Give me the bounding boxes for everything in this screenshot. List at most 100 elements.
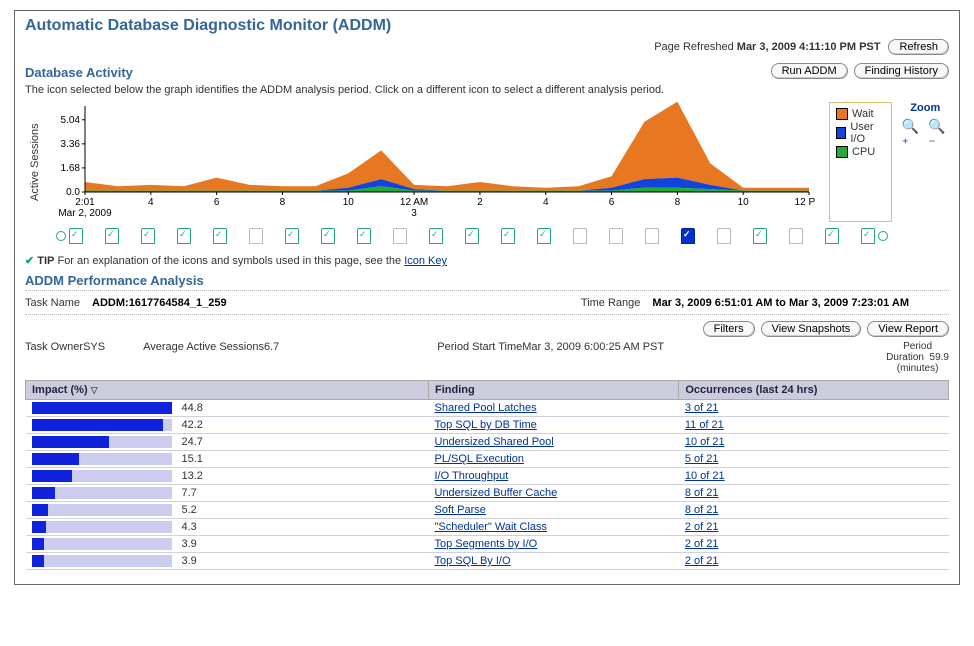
analysis-period-icon[interactable] [285,228,299,244]
analysis-period-icon[interactable] [501,228,515,244]
zoom-out-icon[interactable]: 🔍⁻ [928,118,949,152]
finding-link[interactable]: Undersized Shared Pool [435,436,554,448]
analysis-period-empty-icon[interactable] [249,228,263,244]
analysis-period-icon[interactable] [141,228,155,244]
svg-text:12 PM: 12 PM [795,197,815,208]
task-owner: SYS [83,341,105,353]
col-finding[interactable]: Finding [429,381,679,400]
impact-value: 7.7 [182,487,197,499]
impact-bar [32,487,172,499]
svg-text:Mar 2, 2009: Mar 2, 2009 [58,208,112,219]
analysis-period-icon[interactable] [357,228,371,244]
page-title: Automatic Database Diagnostic Monitor (A… [25,17,949,35]
svg-text:5.04: 5.04 [61,115,81,126]
icon-key-link[interactable]: Icon Key [404,255,447,267]
analysis-period-empty-icon[interactable] [393,228,407,244]
finding-link[interactable]: "Scheduler" Wait Class [435,521,548,533]
finding-link[interactable]: Top SQL By I/O [435,555,511,567]
occurrences-link[interactable]: 2 of 21 [685,521,719,533]
view-report-button[interactable]: View Report [867,321,949,337]
table-row: 24.7Undersized Shared Pool10 of 21 [26,434,949,451]
impact-value: 13.2 [182,470,203,482]
analysis-period-icon[interactable] [825,228,839,244]
page-refreshed-text: Page Refreshed Mar 3, 2009 4:11:10 PM PS… [654,41,880,53]
impact-value: 4.3 [182,521,197,533]
y-axis-label: Active Sessions [25,102,45,222]
run-addm-button[interactable]: Run ADDM [771,63,848,79]
time-range: Mar 3, 2009 6:51:01 AM to Mar 3, 2009 7:… [652,297,909,309]
table-row: 15.1PL/SQL Execution5 of 21 [26,451,949,468]
impact-value: 44.8 [182,402,203,414]
impact-value: 3.9 [182,538,197,550]
filters-button[interactable]: Filters [703,321,755,337]
finding-history-button[interactable]: Finding History [854,63,949,79]
svg-text:8: 8 [675,197,681,208]
activity-chart[interactable]: 0.01.683.365.042:01Mar 2, 20094681012 AM… [45,102,815,222]
analysis-period-icon[interactable] [105,228,119,244]
view-snapshots-button[interactable]: View Snapshots [761,321,862,337]
analysis-period-icon[interactable] [177,228,191,244]
period-start: Mar 3, 2009 6:00:25 AM PST [522,341,664,353]
tip-label: TIP [37,255,54,267]
col-occurrences[interactable]: Occurrences (last 24 hrs) [679,381,949,400]
analysis-period-icon[interactable] [321,228,335,244]
task-name: ADDM:1617764584_1_259 [92,297,227,309]
occurrences-link[interactable]: 8 of 21 [685,487,719,499]
finding-link[interactable]: Top SQL by DB Time [435,419,537,431]
analysis-period-icon[interactable] [429,228,443,244]
analysis-period-icon[interactable] [753,228,767,244]
analysis-period-icon[interactable] [465,228,479,244]
finding-link[interactable]: PL/SQL Execution [435,453,524,465]
impact-bar [32,555,172,567]
svg-text:2:01: 2:01 [75,197,95,208]
occurrences-link[interactable]: 8 of 21 [685,504,719,516]
impact-bar [32,436,172,448]
finding-link[interactable]: Top Segments by I/O [435,538,538,550]
analysis-period-empty-icon[interactable] [645,228,659,244]
avg-active-sessions: 6.7 [264,341,279,353]
analysis-period-last-icon[interactable] [861,228,875,244]
svg-text:4: 4 [148,197,154,208]
analysis-period-empty-icon[interactable] [573,228,587,244]
occurrences-link[interactable]: 2 of 21 [685,555,719,567]
occurrences-link[interactable]: 3 of 21 [685,402,719,414]
occurrences-link[interactable]: 2 of 21 [685,538,719,550]
svg-text:3: 3 [411,208,417,219]
occurrences-link[interactable]: 10 of 21 [685,470,725,482]
svg-text:3.36: 3.36 [61,139,81,150]
col-impact[interactable]: Impact (%) ▽ [26,381,429,400]
tip-icon: ✔ [25,255,34,267]
zoom-in-icon[interactable]: 🔍⁺ [902,118,923,152]
zoom-label: Zoom [910,102,940,114]
impact-bar [32,470,172,482]
impact-bar [32,419,172,431]
impact-value: 3.9 [182,555,197,567]
chart-legend: WaitUser I/OCPU [829,102,892,222]
analysis-period-empty-icon[interactable] [717,228,731,244]
analysis-period-icons [25,222,949,250]
sort-descending-icon: ▽ [91,385,98,395]
analysis-period-selected-icon[interactable] [681,228,695,244]
refresh-button[interactable]: Refresh [888,39,949,55]
finding-link[interactable]: Soft Parse [435,504,486,516]
finding-link[interactable]: Shared Pool Latches [435,402,537,414]
tip-text: For an explanation of the icons and symb… [57,255,404,267]
svg-text:6: 6 [214,197,220,208]
table-row: 3.9 Top SQL By I/O 2 of 21 [26,553,949,570]
analysis-period-empty-icon[interactable] [789,228,803,244]
analysis-period-icon[interactable] [537,228,551,244]
occurrences-link[interactable]: 11 of 21 [685,419,724,431]
period-duration: Period Duration 59.9 (minutes) [886,341,949,374]
analysis-period-first-icon[interactable] [69,228,83,244]
finding-link[interactable]: I/O Throughput [435,470,509,482]
finding-link[interactable]: Undersized Buffer Cache [435,487,558,499]
analysis-period-icon[interactable] [213,228,227,244]
occurrences-link[interactable]: 5 of 21 [685,453,719,465]
impact-bar [32,504,172,516]
occurrences-link[interactable]: 10 of 21 [685,436,725,448]
impact-bar [32,538,172,550]
svg-text:1.68: 1.68 [61,163,81,174]
analysis-period-empty-icon[interactable] [609,228,623,244]
svg-text:8: 8 [280,197,286,208]
impact-value: 5.2 [182,504,197,516]
